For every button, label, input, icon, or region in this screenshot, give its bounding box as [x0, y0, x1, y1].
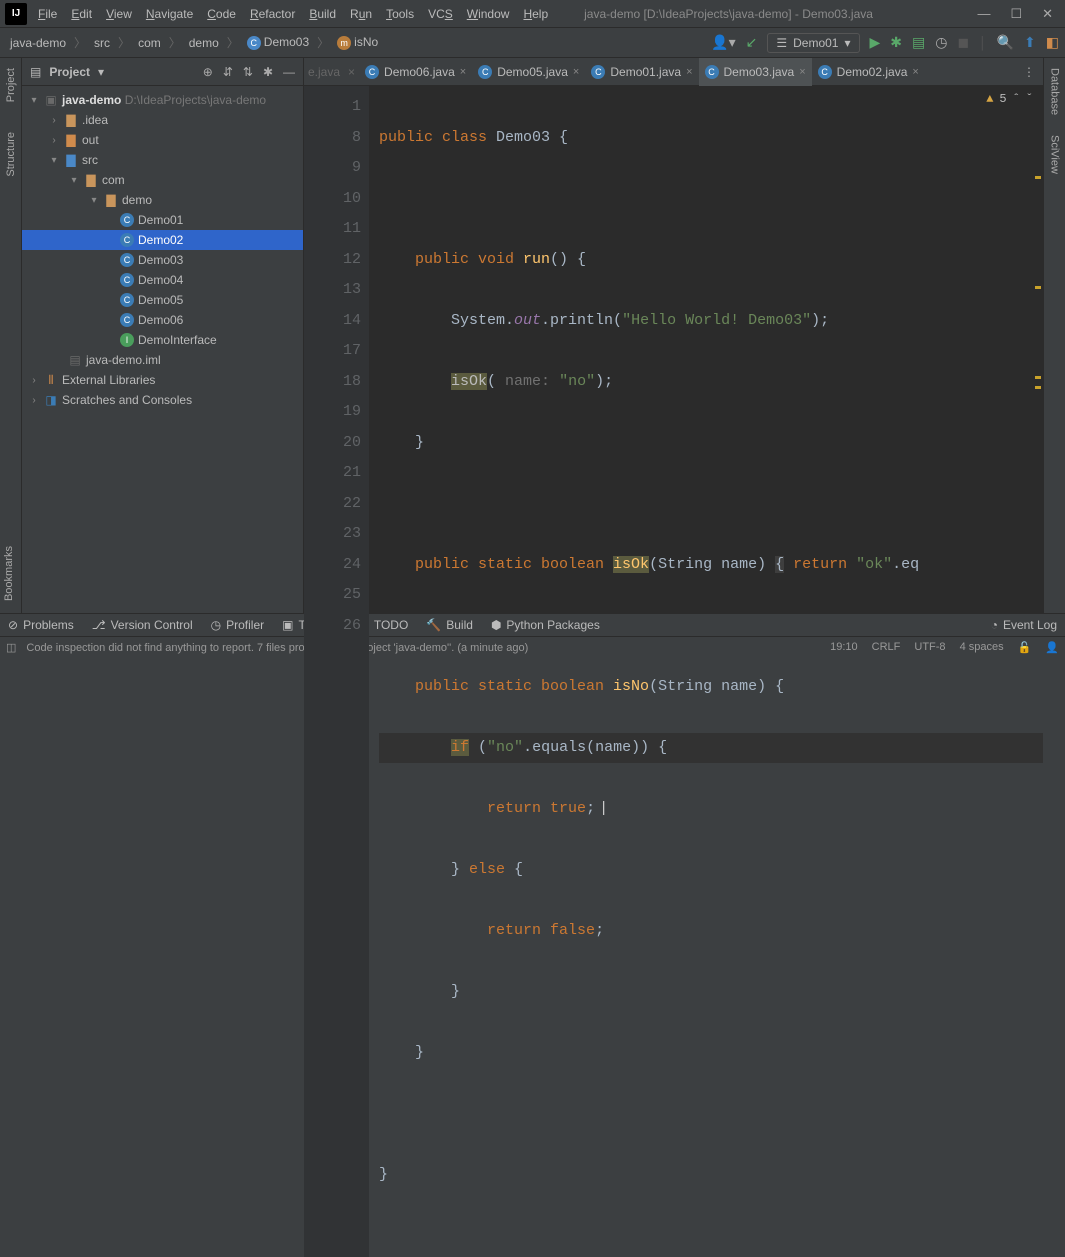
menu-window[interactable]: Window — [461, 4, 516, 24]
menubar: File Edit View Navigate Code Refactor Bu… — [32, 4, 554, 24]
close-tab-icon[interactable]: × — [460, 66, 466, 78]
tool-bookmarks[interactable]: Bookmarks — [3, 546, 15, 601]
window-title: java-demo [D:\IdeaProjects\java-demo] - … — [584, 7, 977, 21]
tree-file-demo04[interactable]: CDemo04 — [22, 270, 303, 290]
collapse-all-icon[interactable]: ⇅ — [243, 65, 253, 79]
menu-vcs[interactable]: VCS — [422, 4, 459, 24]
left-tool-strip: Project Structure — [0, 58, 22, 613]
tree-file-demo06[interactable]: CDemo06 — [22, 310, 303, 330]
tree-file-demointerface[interactable]: IDemoInterface — [22, 330, 303, 350]
menu-view[interactable]: View — [100, 4, 138, 24]
crumb-src[interactable]: src — [90, 34, 114, 52]
menu-build[interactable]: Build — [303, 4, 342, 24]
warning-icon: ▲ — [986, 92, 993, 106]
updates-icon[interactable]: ⬆ — [1024, 34, 1036, 51]
tree-scratches[interactable]: ›◨Scratches and Consoles — [22, 390, 303, 410]
menu-refactor[interactable]: Refactor — [244, 4, 301, 24]
prev-highlight-icon[interactable]: ˆ — [1013, 92, 1020, 106]
close-tab-icon[interactable]: × — [912, 66, 918, 78]
dropdown-icon[interactable]: ▾ — [98, 65, 104, 79]
menu-help[interactable]: Help — [517, 4, 554, 24]
close-icon[interactable]: ✕ — [1042, 6, 1053, 22]
maximize-icon[interactable]: ☐ — [1010, 6, 1022, 22]
error-stripe[interactable] — [1033, 86, 1043, 1257]
minimize-icon[interactable]: — — [977, 6, 990, 22]
editor-tabs: e.java× CDemo06.java× CDemo05.java× CDem… — [304, 58, 1043, 86]
crumb-class[interactable]: CDemo03 — [243, 33, 313, 52]
tree-file-demo05[interactable]: CDemo05 — [22, 290, 303, 310]
expand-all-icon[interactable]: ⇵ — [223, 65, 233, 79]
ide-settings-icon[interactable]: ◧ — [1046, 34, 1059, 51]
tab-demo03[interactable]: CDemo03.java× — [699, 58, 812, 86]
tool-database[interactable]: Database — [1049, 68, 1061, 115]
crumb-method[interactable]: misNo — [333, 33, 382, 52]
settings-icon[interactable]: ✱ — [263, 65, 273, 79]
search-icon[interactable]: 🔍 — [997, 34, 1014, 51]
close-clip-icon[interactable]: × — [344, 65, 359, 79]
breadcrumb: java-demo〉 src〉 com〉 demo〉 CDemo03〉 misN… — [6, 33, 382, 52]
code-area[interactable]: 1 8 9 10 11 12 13 14 17 18 19 20 21 22 2… — [304, 86, 1043, 1257]
tool-profiler[interactable]: ◷ Profiler — [211, 618, 265, 632]
stop-button[interactable]: ◼ — [957, 34, 969, 51]
close-tab-icon[interactable]: × — [573, 66, 579, 78]
tabs-overflow-icon[interactable]: ⋮ — [1015, 65, 1043, 79]
menu-run[interactable]: Run — [344, 4, 378, 24]
tab-clipped[interactable]: e.java — [304, 65, 344, 79]
coverage-button[interactable]: ▤ — [912, 34, 925, 51]
editor: e.java× CDemo06.java× CDemo05.java× CDem… — [304, 58, 1043, 613]
project-tree: ▾▣java-demo D:\IdeaProjects\java-demo ›▇… — [22, 86, 303, 613]
tree-file-demo03[interactable]: CDemo03 — [22, 250, 303, 270]
debug-button[interactable]: ✱ — [890, 34, 902, 51]
run-button[interactable]: ▶ — [870, 34, 881, 51]
folder-icon: ▤ — [30, 65, 41, 79]
tree-demo[interactable]: ▾▇demo — [22, 190, 303, 210]
status-icon[interactable]: ◫ — [6, 641, 16, 654]
crumb-com[interactable]: com — [134, 34, 165, 52]
menu-file[interactable]: File — [32, 4, 63, 24]
tree-external-libs[interactable]: ›⫴External Libraries — [22, 370, 303, 390]
crumb-demo[interactable]: demo — [185, 34, 223, 52]
gutter: 1 8 9 10 11 12 13 14 17 18 19 20 21 22 2… — [304, 86, 369, 1257]
sidebar-title[interactable]: Project — [49, 65, 90, 79]
tool-vcs[interactable]: ⎇ Version Control — [92, 618, 193, 632]
tab-demo01[interactable]: CDemo01.java× — [585, 58, 698, 86]
tree-out[interactable]: ›▇out — [22, 130, 303, 150]
navigation-bar: java-demo〉 src〉 com〉 demo〉 CDemo03〉 misN… — [0, 28, 1065, 58]
vcs-update-icon[interactable]: ↙ — [746, 34, 758, 51]
warning-count: 5 — [999, 92, 1006, 106]
menu-edit[interactable]: Edit — [65, 4, 98, 24]
crumb-project[interactable]: java-demo — [6, 34, 70, 52]
tab-demo05[interactable]: CDemo05.java× — [472, 58, 585, 86]
select-opened-icon[interactable]: ⊕ — [203, 65, 213, 79]
add-user-icon[interactable]: 👤▾ — [711, 34, 735, 51]
menu-tools[interactable]: Tools — [380, 4, 420, 24]
tool-problems[interactable]: ⊘ Problems — [8, 618, 74, 632]
tree-idea[interactable]: ›▇.idea — [22, 110, 303, 130]
menu-code[interactable]: Code — [201, 4, 242, 24]
close-tab-icon[interactable]: × — [686, 66, 692, 78]
inspection-widget[interactable]: ▲ 5 ˆ ˇ — [986, 92, 1033, 106]
hide-icon[interactable]: — — [283, 65, 295, 79]
tool-sciview[interactable]: SciView — [1049, 135, 1061, 174]
tree-file-demo01[interactable]: CDemo01 — [22, 210, 303, 230]
project-sidebar: ▤ Project ▾ ⊕ ⇵ ⇅ ✱ — ▾▣java-demo D:\Ide… — [22, 58, 304, 613]
right-tool-strip: Database SciView — [1043, 58, 1065, 613]
tree-src[interactable]: ▾▇src — [22, 150, 303, 170]
code-text[interactable]: public class Demo03 { public void run() … — [369, 86, 1043, 1257]
app-logo: IJ — [5, 3, 27, 25]
next-highlight-icon[interactable]: ˇ — [1026, 92, 1033, 106]
menu-navigate[interactable]: Navigate — [140, 4, 199, 24]
tree-file-demo02[interactable]: CDemo02 — [22, 230, 303, 250]
tab-demo06[interactable]: CDemo06.java× — [359, 58, 472, 86]
power-save-icon[interactable]: 👤 — [1045, 641, 1059, 654]
profile-button[interactable]: ◷ — [935, 34, 947, 51]
tab-demo02[interactable]: CDemo02.java× — [812, 58, 925, 86]
run-config-selector[interactable]: ☰ Demo01 ▾ — [767, 33, 859, 53]
tree-iml[interactable]: ▤java-demo.iml — [22, 350, 303, 370]
tree-com[interactable]: ▾▇com — [22, 170, 303, 190]
tool-structure[interactable]: Structure — [5, 132, 17, 177]
tool-project[interactable]: Project — [5, 68, 17, 102]
tree-root[interactable]: ▾▣java-demo D:\IdeaProjects\java-demo — [22, 90, 303, 110]
close-tab-icon[interactable]: × — [799, 66, 805, 78]
